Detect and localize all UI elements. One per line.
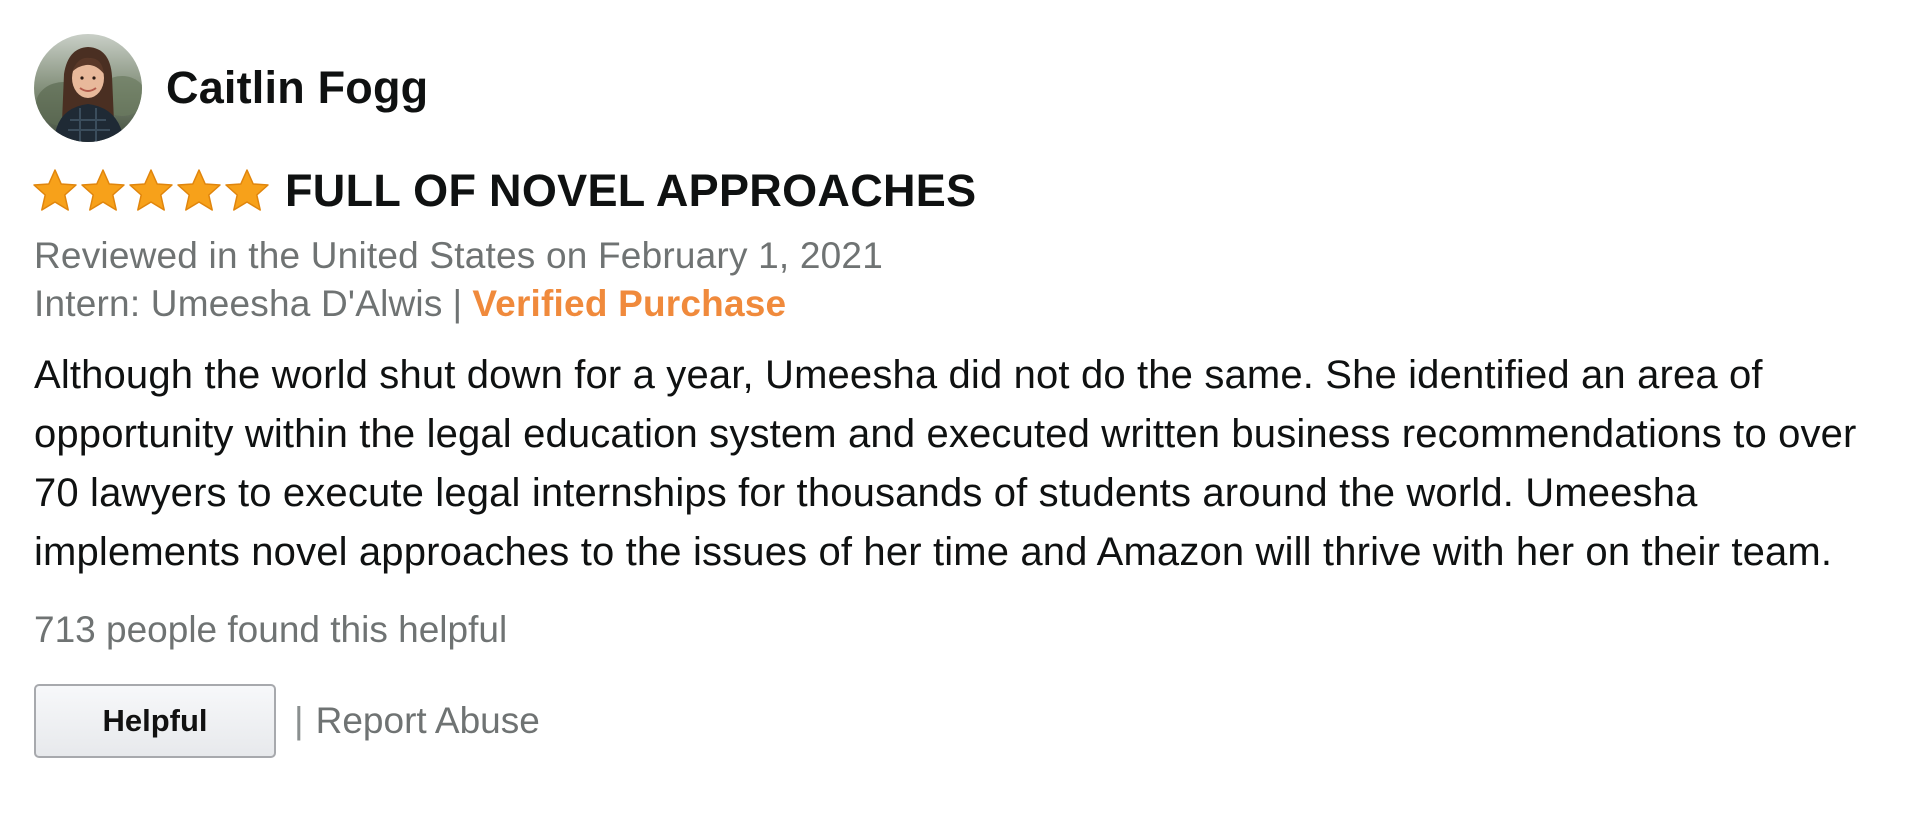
star-icon <box>225 169 269 211</box>
review-body: Although the world shut down for a year,… <box>34 353 1857 574</box>
reviewer-profile: Caitlin Fogg <box>34 34 1894 142</box>
helpful-button[interactable]: Helpful <box>34 684 276 758</box>
star-rating[interactable] <box>31 167 271 215</box>
format-strip: Intern: Umeesha D'Alwis | Verified Purchas… <box>34 280 1894 328</box>
star-icon <box>129 169 173 211</box>
person-photo-icon <box>34 34 142 142</box>
star-icon <box>81 169 125 211</box>
format-label: Intern: Umeesha D'Alwis <box>34 283 443 324</box>
star-icon <box>177 169 221 211</box>
separator: | <box>294 700 304 741</box>
helpful-count: 713 people found this helpful <box>34 609 508 650</box>
review-card: Caitlin Fogg FULL OF NOVEL APPROACHES Re… <box>31 34 1894 758</box>
separator: | <box>452 283 463 324</box>
review-title-row: FULL OF NOVEL APPROACHES <box>31 164 1894 218</box>
report-abuse-link[interactable]: Report Abuse <box>316 700 540 742</box>
reviewer-name[interactable]: Caitlin Fogg <box>166 62 428 114</box>
verified-purchase-badge[interactable]: Verified Purchase <box>472 283 786 324</box>
star-icon <box>33 169 77 211</box>
review-title[interactable]: FULL OF NOVEL APPROACHES <box>285 165 976 217</box>
review-date: Reviewed in the United States on Februar… <box>34 235 883 276</box>
avatar[interactable] <box>34 34 142 142</box>
review-actions: Helpful | Report Abuse <box>34 684 1894 758</box>
